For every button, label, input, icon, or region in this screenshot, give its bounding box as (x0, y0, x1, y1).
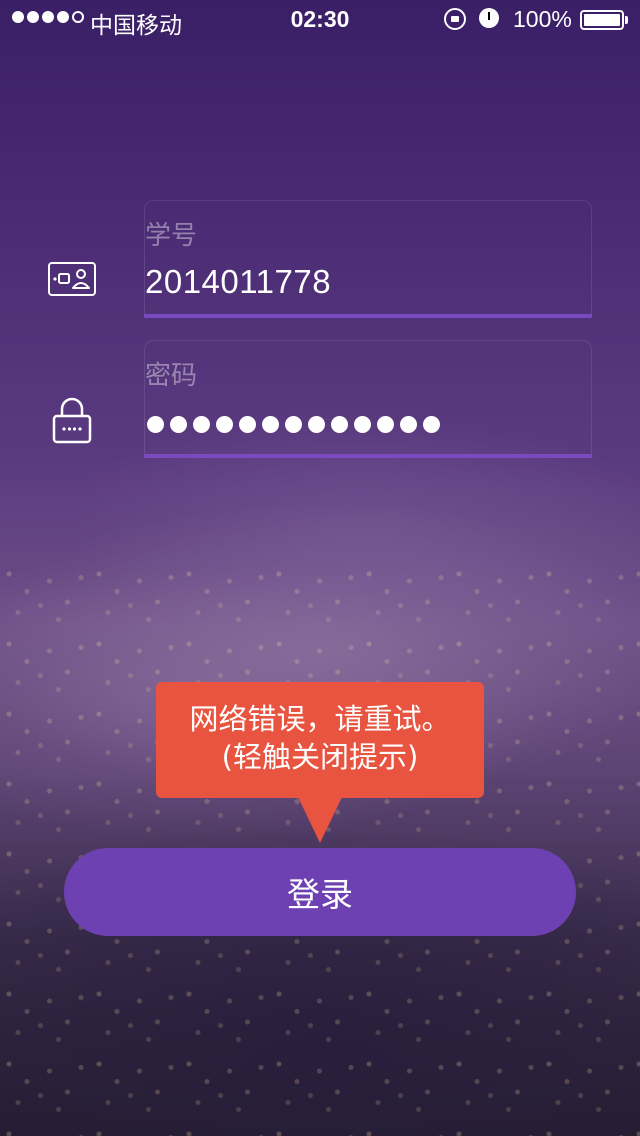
password-mask-dot (400, 416, 417, 433)
password-mask-dot (262, 416, 279, 433)
battery-level-fill (584, 14, 620, 26)
password-mask-dot (377, 416, 394, 433)
password-underline (144, 454, 592, 458)
password-mask-dot (239, 416, 256, 433)
password-input[interactable] (147, 416, 440, 433)
password-mask-dot (170, 416, 187, 433)
battery-icon (580, 10, 624, 30)
battery-cap (625, 16, 628, 24)
tooltip-pointer (298, 797, 342, 843)
password-mask-dot (285, 416, 302, 433)
password-field[interactable]: 密码 (144, 340, 592, 458)
password-mask-dot (308, 416, 325, 433)
password-mask-dot (216, 416, 233, 433)
student-id-underline (144, 314, 592, 318)
battery-percentage: 100% (513, 6, 572, 32)
tooltip-dismiss-hint: (轻触关闭提示) (221, 740, 419, 774)
lock-icon (52, 396, 92, 444)
id-card-icon (48, 262, 96, 296)
password-mask-dot (193, 416, 210, 433)
tooltip-message: 网络错误，请重试。 (189, 702, 451, 736)
network-error-tooltip[interactable]: 网络错误，请重试。 (轻触关闭提示) (156, 682, 484, 843)
password-label: 密码 (145, 361, 198, 391)
alarm-clock-icon (479, 8, 499, 28)
student-id-field[interactable]: 学号 2014011778 (144, 200, 592, 318)
rotation-lock-icon (444, 8, 466, 30)
password-mask-dot (354, 416, 371, 433)
student-id-label: 学号 (145, 221, 198, 251)
login-button[interactable]: 登录 (64, 848, 576, 936)
student-id-input[interactable]: 2014011778 (145, 263, 331, 301)
status-bar: 中国移动 02:30 100% (0, 0, 640, 40)
password-mask-dot (147, 416, 164, 433)
password-mask-dot (423, 416, 440, 433)
password-mask-dot (331, 416, 348, 433)
login-screen: 中国移动 02:30 100% 学号 2014011778 密码 网络错误，请重… (0, 0, 640, 1136)
